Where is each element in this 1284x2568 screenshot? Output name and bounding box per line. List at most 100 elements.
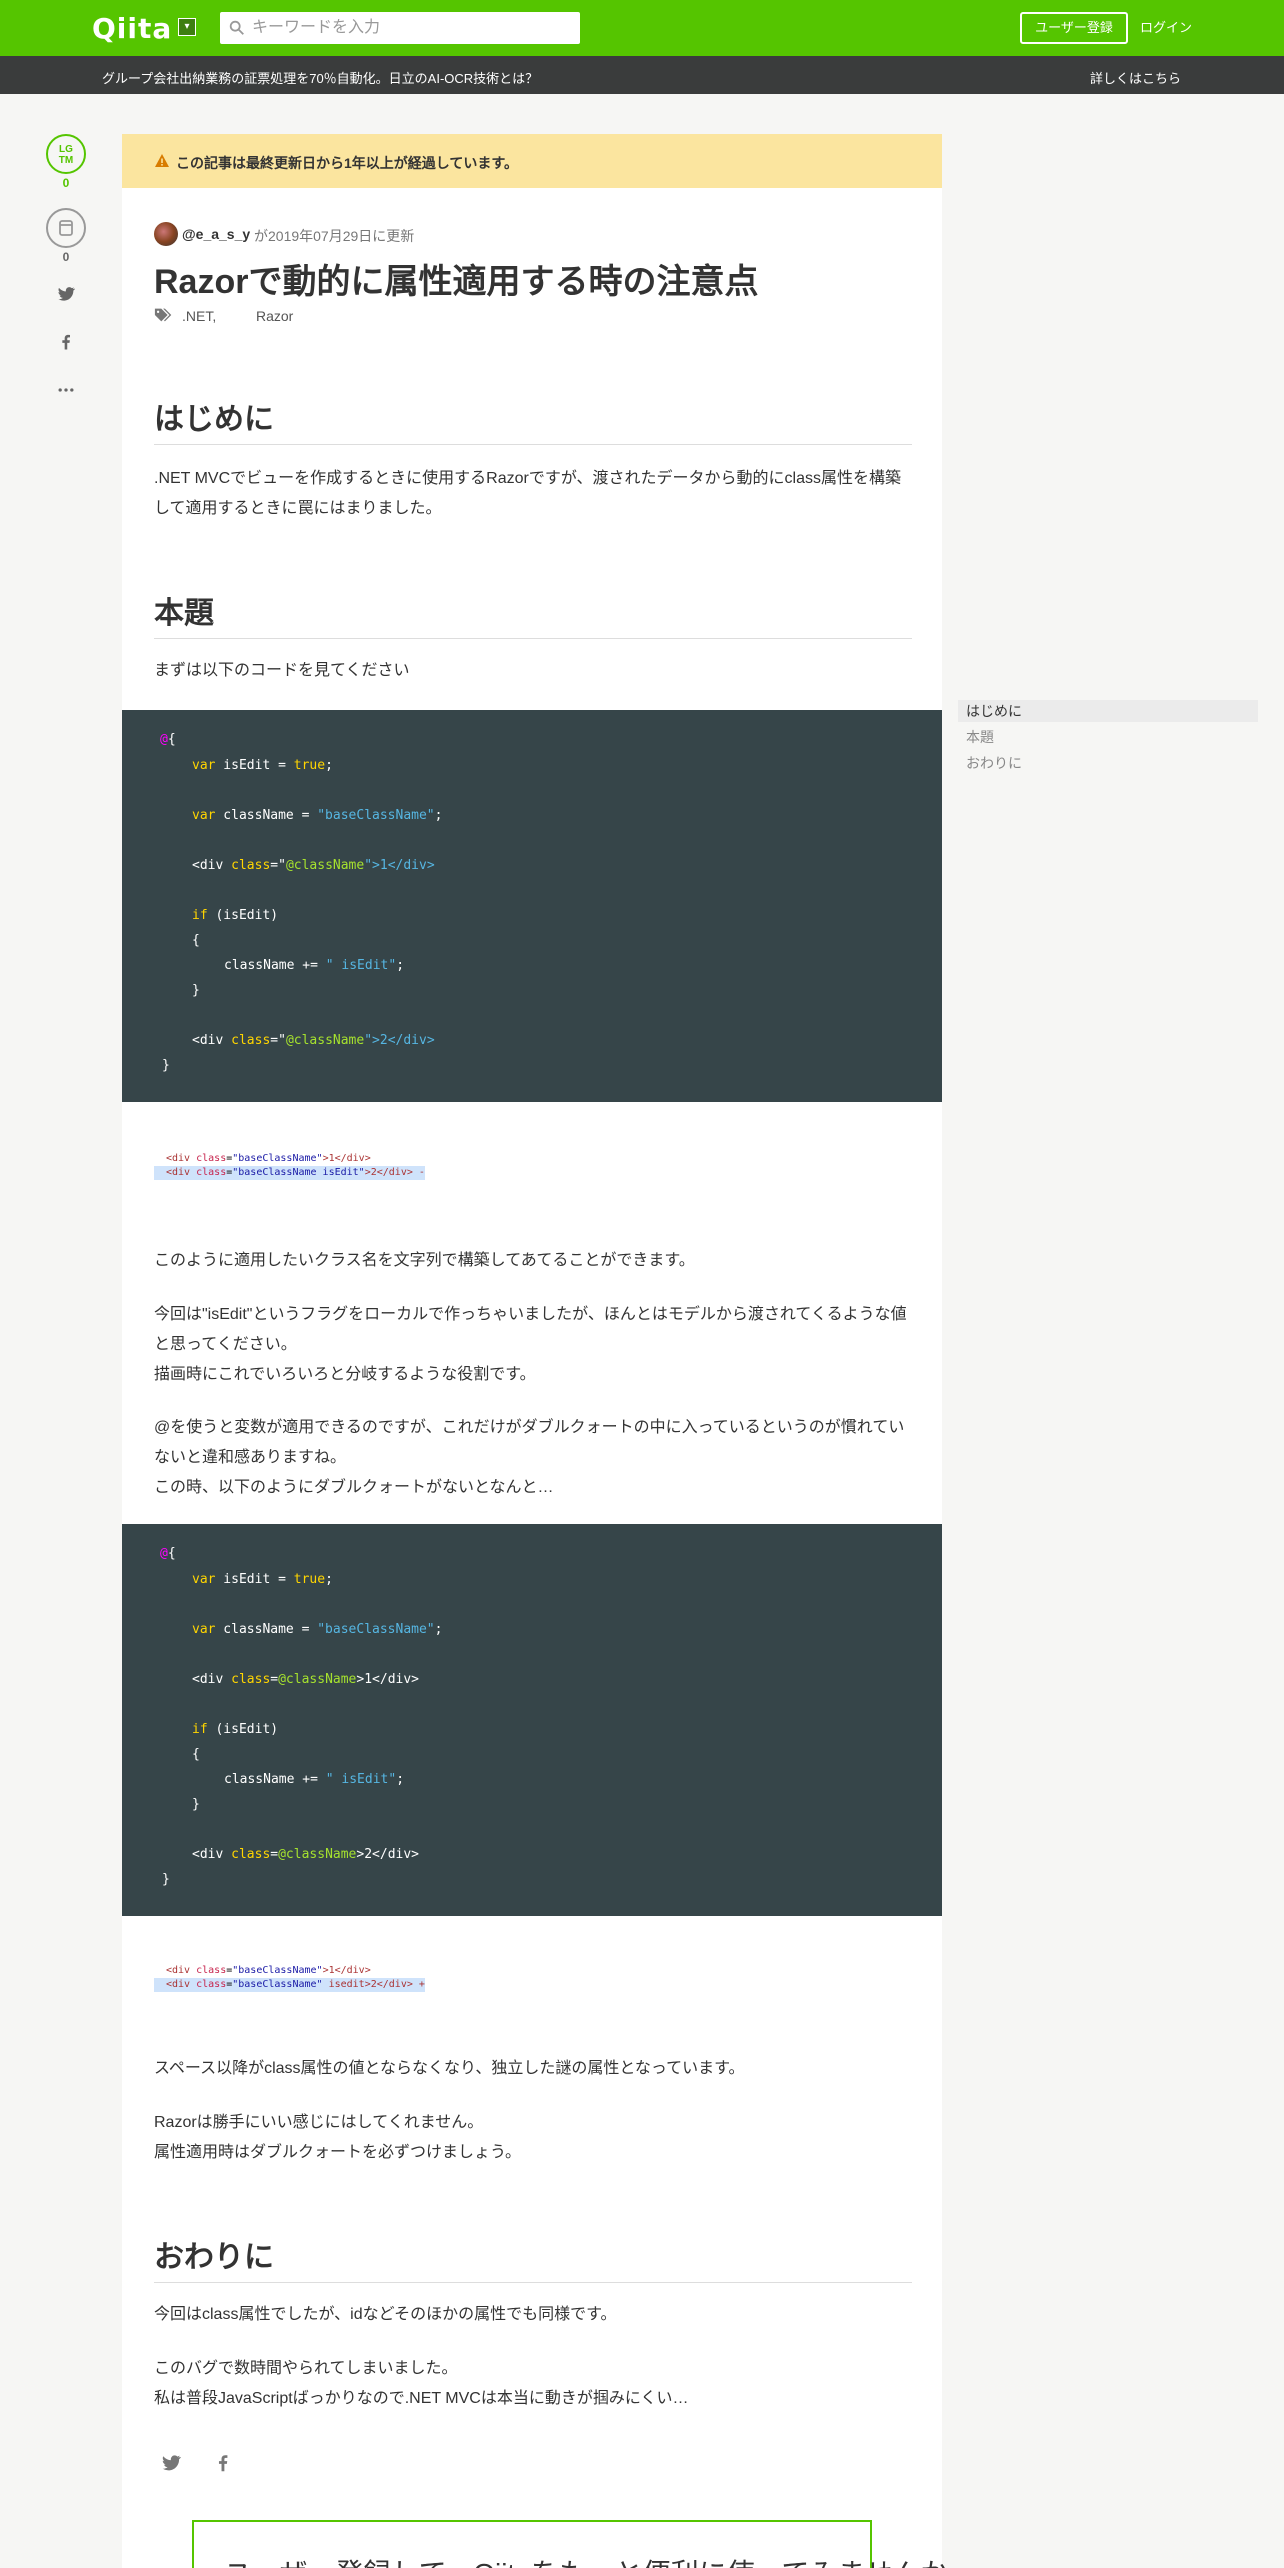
code-token: @className <box>285 1033 365 1048</box>
paragraph: この時、以下のようにダブルクォートがないとなんと… <box>154 1479 554 1496</box>
code-token: } <box>162 1872 170 1887</box>
section-heading-end: おわりに <box>154 2232 912 2283</box>
code-token: if <box>192 908 208 923</box>
announcement-bar: グループ会社出納業務の証票処理を70％自動化。日立のAI-OCR技術とは？ 詳し… <box>0 56 1284 94</box>
code-token: { <box>192 933 200 948</box>
code-token: className += <box>224 1772 326 1787</box>
code-token: var <box>192 1622 216 1637</box>
chevron-down-icon[interactable]: ▾ <box>178 18 196 36</box>
code-token: class <box>231 1033 271 1048</box>
alert-text: この記事は最終更新日から1年以上が経過しています。 <box>176 155 518 171</box>
paragraph: 属性適用時はダブルクォートを必ずつけましょう。 <box>154 2144 522 2161</box>
section-heading-intro: はじめに <box>154 394 912 445</box>
stock-button[interactable] <box>46 208 86 248</box>
code-token: ; <box>396 958 405 973</box>
code-token: { <box>192 1747 200 1762</box>
paragraph: このように適用したいクラス名を文字列で構築してあてることができます。 <box>154 1252 695 1269</box>
code-token: >1</div> <box>356 1672 420 1687</box>
code-token: ">1</div> <box>364 858 435 873</box>
code-token: className += <box>224 958 326 973</box>
lgtm-count: 0 <box>62 176 70 190</box>
snippet-token: >1</div> <box>322 1965 371 1976</box>
outdated-alert: この記事は最終更新日から1年以上が経過しています。 <box>122 134 942 188</box>
code-token: @className <box>278 1847 357 1862</box>
snippet-token: class <box>196 1965 227 1976</box>
paragraph: スペース以降がclass属性の値とならなくなり、独立した謎の属性となっています。 <box>154 2060 745 2077</box>
updated-date: が2019年07月29日に更新 <box>254 228 415 244</box>
tag-razor[interactable]: Razor <box>256 308 293 324</box>
snippet-token: <div <box>166 1167 197 1178</box>
signup-cta[interactable]: ユーザー登録して、Qiitaをもっと便利に使ってみませんか。 <box>192 2520 976 2568</box>
snippet-token: >2</div> - <box>364 1167 425 1178</box>
tag-dotnet[interactable]: .NET, <box>182 308 216 324</box>
more-options-icon[interactable] <box>56 380 76 400</box>
snippet-token: <div <box>166 1965 197 1976</box>
cta-text: ユーザー登録して、Qiitaをもっと便利に使ってみませんか。 <box>224 2552 976 2568</box>
announcement-message[interactable]: グループ会社出納業務の証票処理を70％自動化。日立のAI-OCR技術とは？ <box>102 68 538 87</box>
twitter-icon[interactable] <box>56 284 76 304</box>
paragraph: @を使うと変数が適用できるのですが、これだけがダブルクォートの中に入っているとい… <box>154 1419 905 1466</box>
twitter-share-icon[interactable] <box>160 2452 182 2474</box>
snippet-token: "baseClassName" <box>232 1153 323 1164</box>
code-token: ; <box>325 758 333 773</box>
code-token: ; <box>325 1572 333 1587</box>
toc-item-end[interactable]: おわりに <box>958 752 1258 774</box>
announcement-more-link[interactable]: 詳しくはこちら <box>1090 68 1181 87</box>
code-token: = <box>270 1847 279 1862</box>
lgtm-label-bottom: TM <box>58 155 74 166</box>
code-token: } <box>162 1058 170 1073</box>
code-token: =" <box>270 858 286 873</box>
snippet-token: <div <box>166 1979 197 1990</box>
code-token: @ <box>160 1546 168 1561</box>
paragraph: 私は普段JavaScriptばっかりなので.NET MVCは本当に動きが掴みにく… <box>154 2390 689 2407</box>
code-token: var <box>192 758 216 773</box>
login-link[interactable]: ログイン <box>1140 12 1192 44</box>
snippet-token: "baseClassName" <box>232 1979 323 1990</box>
code-token: @className <box>285 858 365 873</box>
qiita-logo[interactable]: Qiita <box>92 12 172 45</box>
snippet-token: <div <box>166 1153 197 1164</box>
toc-item-main[interactable]: 本題 <box>958 726 1258 748</box>
snippet-token: class <box>196 1153 227 1164</box>
search-input[interactable] <box>252 12 572 44</box>
paragraph: .NET MVCでビューを作成するときに使用するRazorですが、渡されたデータ… <box>154 470 901 517</box>
code-token: "baseClassName" <box>317 808 435 823</box>
toc-item-intro[interactable]: はじめに <box>958 700 1258 722</box>
code-block[interactable]: @{ var isEdit = true; var className = "b… <box>122 1524 942 1916</box>
code-token: @ <box>160 732 168 747</box>
facebook-share-icon[interactable] <box>212 2452 234 2474</box>
avatar[interactable] <box>154 222 178 246</box>
code-block[interactable]: @{ var isEdit = true; var className = "b… <box>122 710 942 1102</box>
code-token: <div <box>192 1033 232 1048</box>
code-token: var <box>192 1572 216 1587</box>
signup-button[interactable]: ユーザー登録 <box>1020 12 1128 44</box>
paragraph: まずは以下のコードを見てください <box>154 662 410 679</box>
code-token: } <box>192 983 200 998</box>
code-token: <div <box>192 1847 232 1862</box>
search-icon <box>229 20 244 35</box>
warning-icon <box>155 154 169 167</box>
code-token: @className <box>278 1672 357 1687</box>
facebook-icon[interactable] <box>56 332 76 352</box>
stock-icon <box>59 220 73 236</box>
global-header: Qiita ▾ ユーザー登録 ログイン <box>0 0 1284 56</box>
tag-icon <box>154 308 172 322</box>
paragraph: このバグで数時間やられてしまいました。 <box>154 2360 458 2377</box>
code-token: (isEdit) <box>207 908 279 923</box>
paragraph: 描画時にこれでいろいろと分岐するような役割です。 <box>154 1366 536 1383</box>
snippet-token: isedit>2</div> + <box>322 1979 425 1990</box>
search-box[interactable] <box>220 12 580 44</box>
code-token: class <box>231 1672 271 1687</box>
snippet-token: class <box>196 1167 227 1178</box>
snippet-token: "baseClassName" <box>232 1965 323 1976</box>
author-link[interactable]: @e_a_s_y <box>182 226 250 242</box>
code-token: <div <box>192 1672 232 1687</box>
code-token: className = <box>215 808 318 823</box>
code-token: true <box>293 758 326 773</box>
code-token: =" <box>270 1033 286 1048</box>
lgtm-button[interactable]: LG TM <box>46 134 86 174</box>
code-token: class <box>231 1847 271 1862</box>
snippet-token: >1</div> <box>322 1153 371 1164</box>
code-token: class <box>231 858 271 873</box>
paragraph: Razorは勝手にいい感じにはしてくれません。 <box>154 2114 484 2131</box>
